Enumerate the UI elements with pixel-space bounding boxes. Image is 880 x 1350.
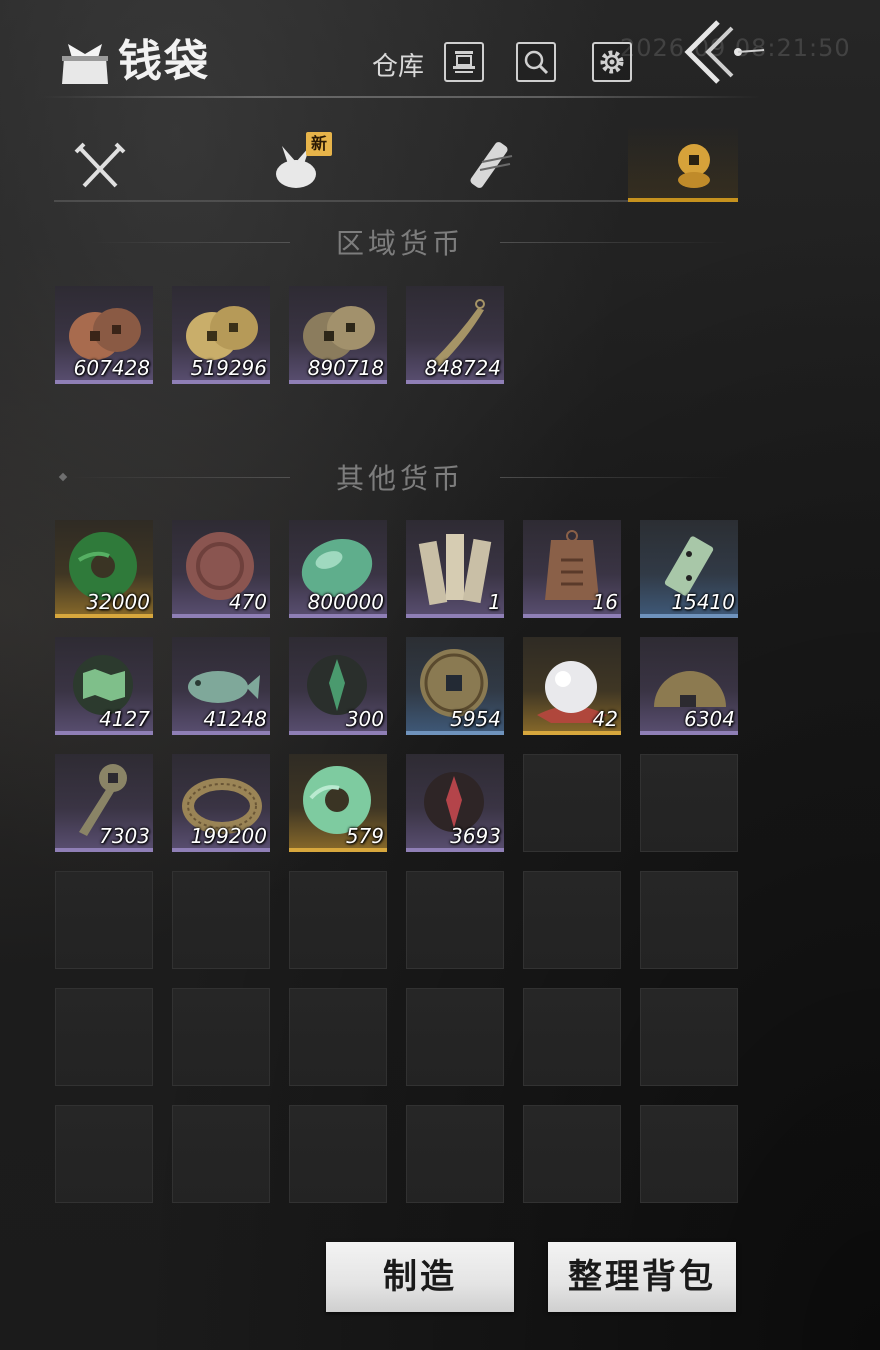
page-title: 钱袋 (118, 36, 210, 87)
empty-slot (406, 871, 504, 969)
other-currency-slot[interactable]: 3693 (406, 754, 504, 852)
empty-slot (55, 1105, 153, 1203)
other-currency-slot[interactable]: 15410 (640, 520, 738, 618)
empty-slot (172, 988, 270, 1086)
empty-slot (523, 1105, 621, 1203)
item-count: 607428 (73, 356, 150, 380)
item-count: 4127 (99, 707, 150, 731)
empty-slot (523, 871, 621, 969)
empty-slot (640, 1105, 738, 1203)
item-count: 848724 (424, 356, 501, 380)
other-currency-slot[interactable]: 42 (523, 637, 621, 735)
regional-currency-slot[interactable]: 890718 (289, 286, 387, 384)
category-tabs: 新 (54, 124, 738, 204)
other-currency-slot[interactable]: 4127 (55, 637, 153, 735)
tab-weapons[interactable] (54, 124, 164, 200)
tab-bundle[interactable] (246, 124, 356, 200)
other-currency-slot[interactable]: 6304 (640, 637, 738, 735)
other-currency-heading: 其他货币 (335, 462, 464, 495)
new-badge: 新 (306, 132, 332, 156)
empty-slot (523, 988, 621, 1086)
empty-slot (406, 988, 504, 1086)
other-currency-slot[interactable]: 579 (289, 754, 387, 852)
empty-slot (640, 871, 738, 969)
active-tab-indicator (628, 198, 738, 202)
empty-slot (289, 988, 387, 1086)
other-currency-slot[interactable]: 16 (523, 520, 621, 618)
settings-button[interactable] (592, 42, 632, 82)
header-divider (40, 96, 760, 98)
other-currency-slot[interactable]: 7303 (55, 754, 153, 852)
other-currency-slot[interactable]: 800000 (289, 520, 387, 618)
item-count: 3693 (450, 824, 501, 848)
item-count: 800000 (307, 590, 384, 614)
item-count: 579 (345, 824, 384, 848)
item-count: 470 (228, 590, 267, 614)
empty-slot (172, 871, 270, 969)
empty-slot (289, 871, 387, 969)
item-count: 41248 (203, 707, 267, 731)
item-count: 519296 (190, 356, 267, 380)
currency-pouch-screen: 2026 09 08:21:50 钱袋 仓库 新 区域货币 607428 519… (0, 0, 880, 1350)
other-currency-slot[interactable]: 41248 (172, 637, 270, 735)
regional-currency-slot[interactable]: 607428 (55, 286, 153, 384)
tab-scroll[interactable] (438, 124, 548, 200)
other-currency-slot[interactable]: 32000 (55, 520, 153, 618)
item-count: 890718 (307, 356, 384, 380)
item-count: 15410 (671, 590, 735, 614)
gear-icon (600, 50, 624, 74)
pouch-icon (62, 44, 108, 84)
empty-slot (406, 1105, 504, 1203)
item-count: 7303 (99, 824, 150, 848)
search-button[interactable] (516, 42, 556, 82)
other-currency-slot[interactable]: 1 (406, 520, 504, 618)
empty-slot (55, 988, 153, 1086)
warehouse-icon (453, 51, 475, 73)
item-count: 6304 (684, 707, 735, 731)
header: 2026 09 08:21:50 钱袋 仓库 (0, 0, 880, 110)
item-count: 42 (592, 707, 618, 731)
regional-currency-slot[interactable]: 519296 (172, 286, 270, 384)
empty-slot (172, 1105, 270, 1203)
item-count: 300 (345, 707, 384, 731)
search-icon (524, 50, 549, 75)
empty-slot (523, 754, 621, 852)
organize-bag-button[interactable]: 整理背包 (548, 1242, 736, 1312)
warehouse-label[interactable]: 仓库 (372, 46, 424, 83)
item-count: 199200 (190, 824, 267, 848)
coins-icon (678, 144, 710, 188)
crossed-swords-icon (74, 142, 126, 188)
other-currency-slot[interactable]: 5954 (406, 637, 504, 735)
empty-slot (289, 1105, 387, 1203)
empty-slot (55, 871, 153, 969)
item-count: 5954 (450, 707, 501, 731)
tab-currency[interactable] (628, 124, 738, 200)
item-count: 1 (488, 590, 501, 614)
craft-button[interactable]: 制造 (326, 1242, 514, 1312)
empty-slot (640, 988, 738, 1086)
back-arrow-icon[interactable] (680, 18, 770, 84)
regional-currency-slot[interactable]: 848724 (406, 286, 504, 384)
regional-currency-heading: 区域货币 (335, 227, 464, 260)
other-currency-slot[interactable]: 199200 (172, 754, 270, 852)
other-currency-slot[interactable]: 470 (172, 520, 270, 618)
item-count: 32000 (86, 590, 150, 614)
scroll-icon (470, 142, 513, 188)
empty-slot (640, 754, 738, 852)
warehouse-button[interactable] (444, 42, 484, 82)
item-count: 16 (592, 590, 618, 614)
other-currency-slot[interactable]: 300 (289, 637, 387, 735)
bundle-icon (276, 146, 316, 188)
